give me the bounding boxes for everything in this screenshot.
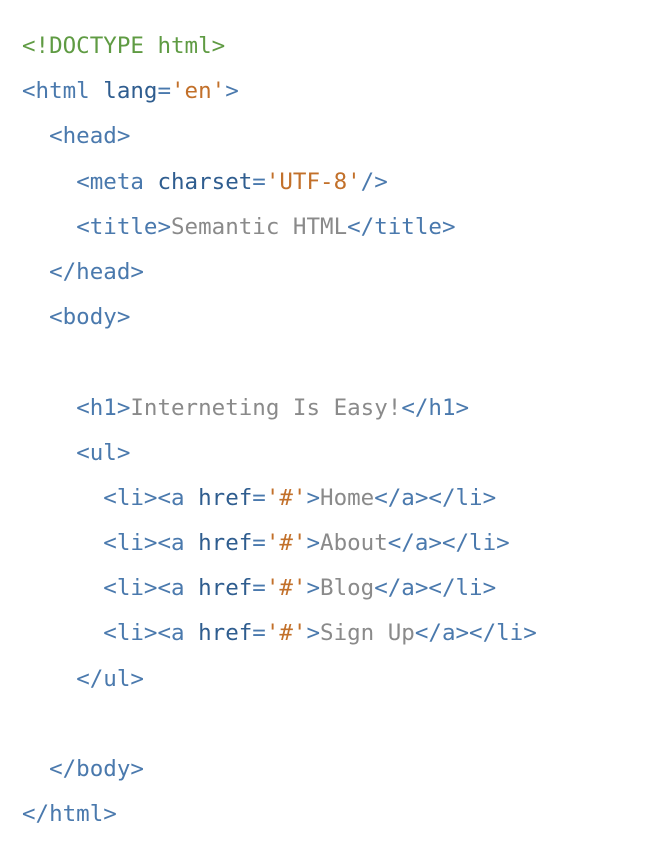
- tag-token: </body>: [49, 756, 144, 782]
- code-line: </ul>: [22, 657, 537, 702]
- code-line: ​: [22, 340, 537, 385]
- code-line: <li><a href='#'>Home</a></li>: [22, 476, 537, 521]
- value-token: 'en': [171, 78, 226, 105]
- code-line: </body>: [22, 747, 537, 792]
- code-line: <h1>Interneting Is Easy!</h1>: [22, 386, 537, 431]
- tag-token: <html: [22, 78, 90, 105]
- tag-token: <li><a: [103, 530, 185, 557]
- text-token: Blog: [320, 575, 375, 602]
- value-token: '#': [265, 484, 307, 511]
- tag-token: </title>: [347, 213, 456, 240]
- tag-token: >: [306, 484, 321, 511]
- code-line: ​: [22, 702, 537, 747]
- code-line: <meta charset='UTF-8'/>: [22, 160, 537, 205]
- tag-token: />: [360, 168, 388, 195]
- attribute-token: charset: [157, 168, 253, 195]
- code-line: <li><a href='#'>Sign Up</a></li>: [22, 611, 537, 656]
- tag-token: <body>: [49, 304, 131, 331]
- text-token: Home: [320, 484, 375, 511]
- code-line: <head>: [22, 114, 537, 159]
- attribute-token: href: [198, 484, 253, 511]
- code-block: <!DOCTYPE html> <html lang='en'> <head> <…: [22, 24, 537, 837]
- code-line: <li><a href='#'>Blog</a></li>: [22, 566, 537, 611]
- code-line: </html>: [22, 792, 537, 837]
- tag-token: </head>: [49, 258, 144, 285]
- punctuation-token: =: [252, 575, 266, 602]
- tag-token: <li><a: [103, 484, 185, 511]
- value-token: '#': [265, 530, 307, 557]
- doctype-token: <!DOCTYPE html>: [22, 33, 226, 59]
- value-token: '#': [265, 575, 307, 602]
- text-token: Interneting Is Easy!: [130, 394, 402, 421]
- code-line: <title>Semantic HTML</title>: [22, 205, 537, 250]
- tag-token: </ul>: [76, 665, 144, 692]
- code-line: <body>: [22, 295, 537, 340]
- tag-token: <meta: [76, 168, 144, 195]
- text-token: Semantic HTML: [171, 213, 348, 240]
- tag-token: </a></li>: [387, 530, 510, 557]
- tag-token: </a></li>: [414, 620, 537, 647]
- code-line: <!DOCTYPE html>: [22, 24, 537, 69]
- tag-token: >: [306, 620, 321, 647]
- code-line: <html lang='en'>: [22, 69, 537, 114]
- tag-token: <title>: [76, 213, 172, 240]
- tag-token: <ul>: [76, 439, 131, 466]
- tag-token: >: [225, 78, 239, 105]
- value-token: 'UTF-8': [265, 168, 361, 195]
- code-line: <li><a href='#'>About</a></li>: [22, 521, 537, 566]
- tag-token: <li><a: [103, 620, 185, 647]
- punctuation-token: =: [252, 620, 266, 647]
- text-token: Sign Up: [320, 620, 415, 647]
- code-line: </head>: [22, 250, 537, 295]
- attribute-token: href: [198, 620, 253, 647]
- tag-token: <head>: [49, 123, 131, 150]
- attribute-token: lang: [103, 78, 158, 105]
- tag-token: </a></li>: [374, 484, 497, 511]
- punctuation-token: =: [157, 78, 172, 105]
- tag-token: >: [306, 575, 321, 602]
- value-token: '#': [265, 620, 307, 647]
- attribute-token: href: [198, 575, 253, 602]
- punctuation-token: =: [252, 530, 266, 557]
- tag-token: >: [306, 530, 321, 557]
- attribute-token: href: [198, 530, 253, 557]
- tag-token: <li><a: [103, 575, 185, 602]
- punctuation-token: =: [252, 168, 266, 195]
- punctuation-token: =: [252, 484, 266, 511]
- tag-token: <h1>: [76, 394, 131, 421]
- tag-token: </html>: [22, 801, 117, 828]
- tag-token: </h1>: [401, 394, 470, 421]
- code-line: <ul>: [22, 431, 537, 476]
- text-token: About: [320, 530, 388, 557]
- tag-token: </a></li>: [374, 575, 497, 602]
